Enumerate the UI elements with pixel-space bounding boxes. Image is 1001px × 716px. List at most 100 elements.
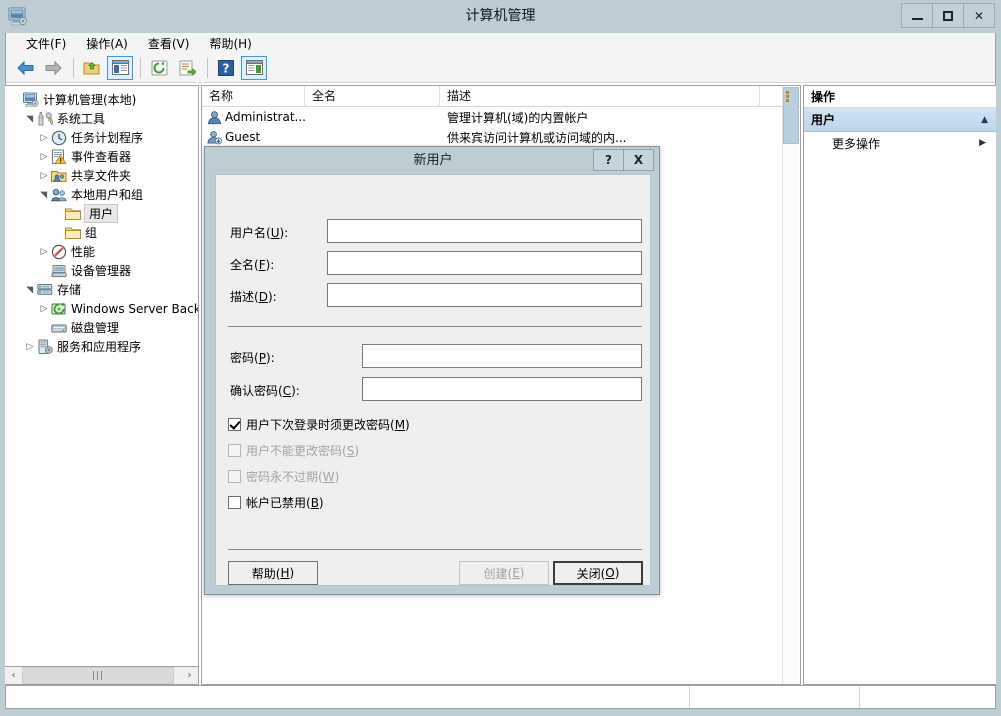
column-header-fullname[interactable]: 全名 — [305, 86, 440, 107]
minimize-button[interactable] — [901, 3, 933, 28]
dialog-close-button[interactable]: X — [623, 149, 654, 171]
scroll-left-arrow-icon[interactable]: ‹ — [5, 667, 22, 684]
toolbar-separator-2 — [140, 57, 141, 78]
tree-expanded-icon[interactable]: ◢ — [37, 188, 51, 202]
tree-node-label: 任务计划程序 — [71, 131, 144, 145]
tree-node-label: 本地用户和组 — [71, 188, 144, 202]
computer-management-window: 计算机管理 ✕ 文件(F) 操作(A) 查看(V) 帮助(H) ? 计算机管理(… — [0, 0, 1001, 716]
tree-horizontal-scrollbar[interactable]: ‹ ||| › — [5, 666, 199, 685]
tree-collapsed-icon[interactable]: ▷ — [37, 302, 51, 316]
performance-icon — [51, 244, 67, 260]
tree-node-13[interactable]: ▷ 服务和应用程序 — [9, 337, 198, 356]
tree-expanded-icon[interactable]: ◢ — [23, 112, 37, 126]
tree-node-9[interactable]: 设备管理器 — [9, 261, 198, 280]
fullname-field[interactable] — [327, 251, 642, 275]
new-user-dialog: 新用户 ? X 用户名(U): 全名(F): 描述(D): 密码(P): 确认密… — [204, 146, 660, 595]
dialog-separator-1 — [228, 326, 642, 327]
tree-node-11[interactable]: ▷ Windows Server Back — [9, 299, 198, 318]
action-more-actions[interactable]: 更多操作 ▶ — [804, 132, 996, 154]
checkbox-checked-icon[interactable] — [228, 418, 241, 431]
cell-name: Administrat... — [202, 110, 305, 125]
tree-node-6[interactable]: 用户 — [9, 204, 198, 223]
tree-node-0[interactable]: 计算机管理(本地) — [9, 90, 198, 109]
actions-group-users[interactable]: 用户 ▲ — [804, 108, 996, 132]
tree-collapsed-icon[interactable]: ▷ — [37, 245, 51, 259]
must-change-password-label: 用户下次登录时须更改密码(M) — [246, 418, 410, 432]
dialog-help-button[interactable]: ? — [593, 149, 624, 171]
checkbox-unchecked-icon[interactable] — [228, 496, 241, 509]
actions-pane-title: 操作 — [804, 86, 996, 108]
menu-file[interactable]: 文件(F) — [16, 33, 76, 54]
cell-name: Guest — [202, 130, 305, 145]
computer-icon — [23, 92, 39, 108]
chevron-up-icon[interactable]: ▲ — [981, 115, 988, 125]
user-account-icon — [207, 110, 222, 125]
cannot-change-password-label: 用户不能更改密码(S) — [246, 444, 359, 458]
show-hide-tree-icon[interactable] — [107, 55, 133, 80]
tree-node-3[interactable]: ▷ 事件查看器 — [9, 147, 198, 166]
tree-scroll-track[interactable]: ||| — [22, 667, 181, 684]
tree-expanded-icon[interactable]: ◢ — [23, 283, 37, 297]
description-field[interactable] — [327, 283, 642, 307]
help-icon[interactable]: ? — [213, 56, 239, 80]
forward-arrow-icon[interactable] — [40, 56, 66, 80]
tree-collapsed-icon[interactable]: ▷ — [37, 169, 51, 183]
tree-node-1[interactable]: ◢ 系统工具 — [9, 109, 198, 128]
menu-view[interactable]: 查看(V) — [138, 33, 200, 54]
dialog-titlebar: 新用户 ? X — [205, 147, 659, 174]
tree-node-10[interactable]: ◢ 存储 — [9, 280, 198, 299]
disk-management-icon — [51, 320, 67, 336]
tree-node-label: 事件查看器 — [71, 150, 132, 164]
status-cell-tertiary — [860, 686, 995, 708]
dialog-controls: ? X — [593, 149, 654, 171]
checkbox-unchecked-icon — [228, 444, 241, 457]
back-arrow-icon[interactable] — [12, 56, 38, 80]
export-list-icon[interactable] — [174, 56, 200, 80]
tree-node-4[interactable]: ▷ 共享文件夹 — [9, 166, 198, 185]
create-button: 创建(E) — [459, 561, 549, 585]
maximize-button[interactable] — [932, 3, 964, 28]
checkbox-unchecked-icon — [228, 470, 241, 483]
scroll-right-arrow-icon[interactable]: › — [181, 667, 198, 684]
actions-group-label: 用户 — [811, 113, 836, 127]
tree-node-label: 组 — [85, 226, 98, 240]
confirm-password-row: 确认密码(C): — [230, 378, 300, 402]
close-button[interactable]: 关闭(O) — [553, 561, 643, 585]
tree-scroll-thumb[interactable]: ||| — [22, 667, 174, 684]
status-bar — [5, 685, 996, 709]
menu-action[interactable]: 操作(A) — [76, 33, 138, 54]
chevron-right-icon: ▶ — [979, 138, 986, 148]
tree-node-5[interactable]: ◢ 本地用户和组 — [9, 185, 198, 204]
help-button[interactable]: 帮助(H) — [228, 561, 318, 585]
description-row: 描述(D): — [230, 284, 277, 308]
account-disabled-checkbox[interactable]: 帐户已禁用(B) — [228, 494, 324, 511]
tree-collapsed-icon[interactable]: ▷ — [37, 150, 51, 164]
tree-node-8[interactable]: ▷ 性能 — [9, 242, 198, 261]
username-field[interactable] — [327, 219, 642, 243]
tree-collapsed-icon[interactable]: ▷ — [37, 131, 51, 145]
window-title: 计算机管理 — [465, 8, 536, 24]
refresh-icon[interactable] — [146, 56, 172, 80]
tree-node-label: 性能 — [71, 245, 96, 259]
clock-icon — [51, 130, 67, 146]
password-field[interactable] — [362, 344, 642, 368]
up-folder-icon[interactable] — [79, 56, 105, 80]
confirm-password-field[interactable] — [362, 377, 642, 401]
tree-node-12[interactable]: 磁盘管理 — [9, 318, 198, 337]
menu-help[interactable]: 帮助(H) — [199, 33, 261, 54]
tree-node-7[interactable]: 组 — [9, 223, 198, 242]
tools-icon — [37, 111, 55, 127]
show-action-pane-icon[interactable] — [241, 55, 267, 80]
must-change-password-checkbox[interactable]: 用户下次登录时须更改密码(M) — [228, 416, 410, 433]
table-row[interactable]: Guest 供来宾访问计算机或访问域的内... — [202, 127, 800, 147]
tree-collapsed-icon[interactable]: ▷ — [23, 340, 37, 354]
menubar: 文件(F) 操作(A) 查看(V) 帮助(H) — [5, 33, 996, 53]
table-row[interactable]: Administrat... 管理计算机(域)的内置帐户 — [202, 107, 800, 127]
list-vertical-scrollbar[interactable] — [782, 87, 799, 684]
tree-node-label: 共享文件夹 — [71, 169, 132, 183]
username-label: 用户名(U): — [230, 225, 289, 240]
column-header-name[interactable]: 名称 — [202, 86, 305, 107]
close-button[interactable]: ✕ — [963, 3, 995, 28]
column-header-description[interactable]: 描述 — [440, 86, 760, 107]
tree-node-2[interactable]: ▷ 任务计划程序 — [9, 128, 198, 147]
